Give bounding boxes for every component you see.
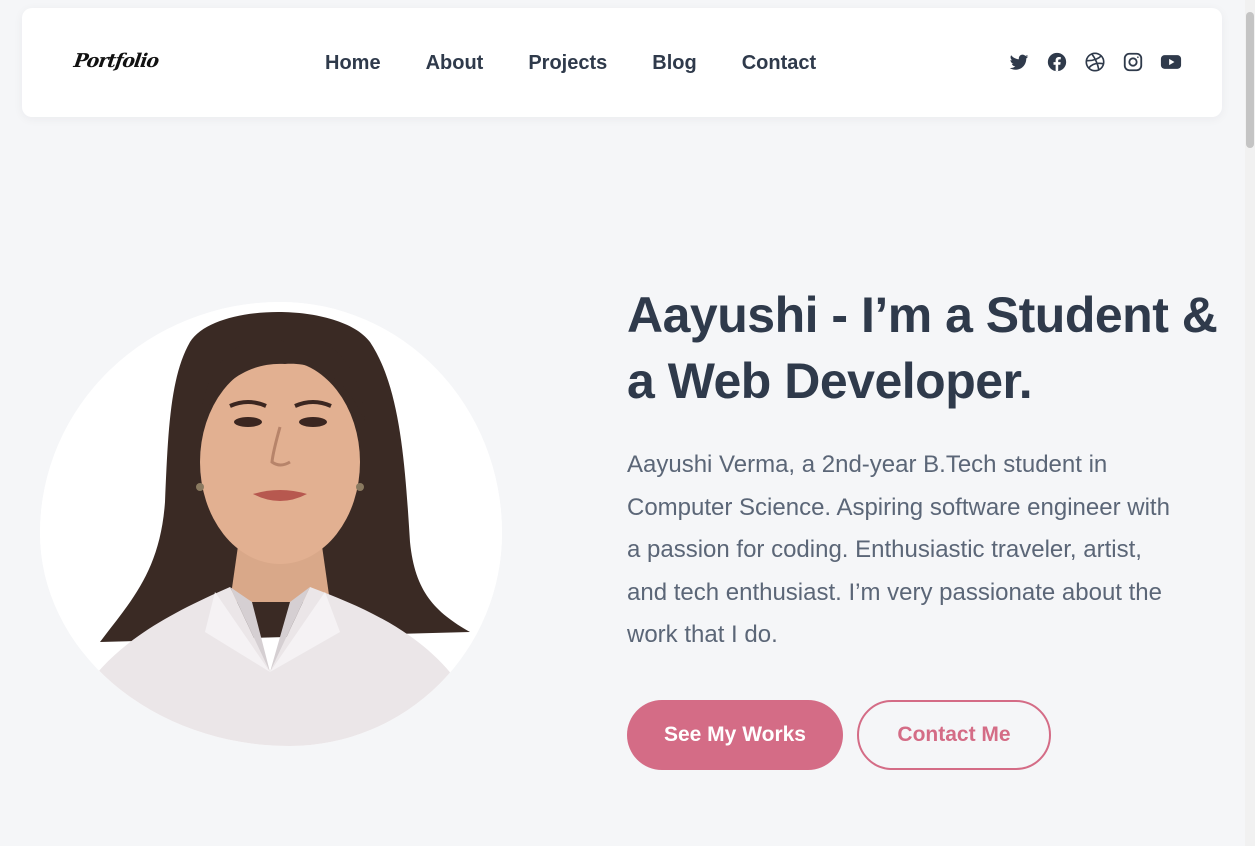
contact-me-button[interactable]: Contact Me — [857, 700, 1051, 770]
logo[interactable]: Portfolio — [72, 44, 159, 78]
youtube-icon[interactable] — [1160, 51, 1182, 73]
nav-about[interactable]: About — [426, 46, 484, 80]
scrollbar-thumb[interactable] — [1246, 12, 1254, 148]
navbar: Portfolio Home About Projects Blog Conta… — [22, 8, 1222, 117]
dribbble-icon[interactable] — [1084, 51, 1106, 73]
nav-contact[interactable]: Contact — [742, 46, 816, 80]
nav-projects[interactable]: Projects — [528, 46, 607, 80]
hero-title: Aayushi - I’m a Student & a Web Develope… — [627, 287, 1218, 409]
main-nav: Home About Projects Blog Contact — [325, 46, 861, 80]
profile-photo — [40, 302, 502, 746]
nav-home[interactable]: Home — [325, 46, 381, 80]
facebook-icon[interactable] — [1046, 51, 1068, 73]
nav-blog[interactable]: Blog — [652, 46, 696, 80]
instagram-icon[interactable] — [1122, 51, 1144, 73]
see-my-works-button[interactable]: See My Works — [627, 700, 843, 770]
hero-description: Aayushi Verma, a 2nd-year B.Tech student… — [627, 451, 1170, 648]
profile-photo-illustration — [40, 302, 502, 746]
scrollbar[interactable] — [1245, 0, 1255, 846]
social-links — [1008, 51, 1182, 73]
twitter-icon[interactable] — [1008, 51, 1030, 73]
